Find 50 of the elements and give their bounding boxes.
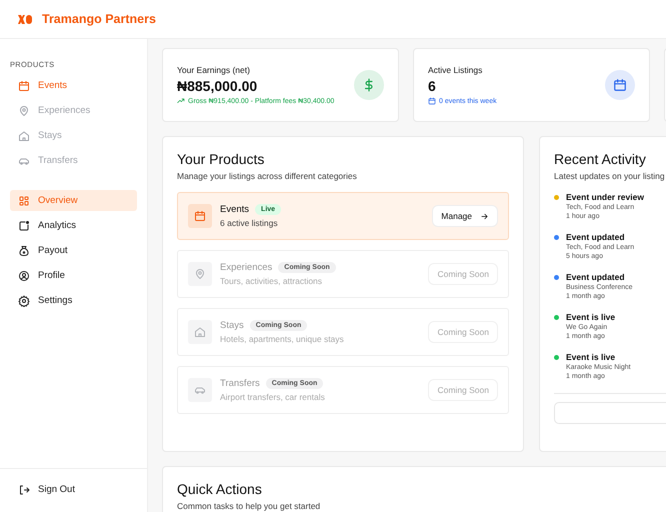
arrow-right-icon bbox=[480, 212, 489, 220]
manage-button[interactable]: Manage bbox=[432, 205, 498, 227]
coming-soon-button: Coming Soon bbox=[428, 321, 498, 343]
calendar-icon bbox=[613, 78, 627, 92]
sidebar-item[interactable]: Payout bbox=[10, 240, 137, 261]
sidebar-item[interactable]: Profile bbox=[10, 265, 137, 286]
sidebar-item[interactable]: Settings bbox=[10, 290, 137, 311]
location-pin-icon bbox=[18, 104, 30, 116]
calendar-icon bbox=[18, 80, 30, 92]
logo-icon bbox=[18, 14, 32, 24]
coming-soon-button: Coming Soon bbox=[428, 379, 498, 401]
section-title: Recent Activity bbox=[554, 151, 647, 167]
stat-value: ₦885,000.00 bbox=[177, 78, 258, 94]
activity-title: Event under review bbox=[566, 192, 644, 202]
house-icon bbox=[194, 326, 206, 338]
product-detail: Airport transfers, car rentals bbox=[220, 392, 326, 402]
product-name: Events bbox=[220, 204, 250, 215]
money-bag-icon bbox=[18, 244, 30, 256]
section-subtitle: Common tasks to help you get started bbox=[177, 501, 322, 511]
calendar-icon bbox=[194, 210, 206, 222]
section-subtitle: Latest updates on your listing bbox=[554, 171, 666, 181]
settings-icon bbox=[18, 294, 30, 306]
product-name: Stays bbox=[220, 320, 244, 331]
square-dot-icon bbox=[18, 220, 30, 232]
product-detail: Tours, activities, attractions bbox=[220, 276, 324, 286]
calendar-icon bbox=[428, 97, 436, 105]
stat-label: Your Earnings (net) bbox=[177, 65, 251, 75]
house-icon bbox=[18, 130, 30, 142]
section-title: Quick Actions bbox=[177, 481, 263, 497]
coming-soon-button: Coming Soon bbox=[428, 263, 498, 285]
section-subtitle: Manage your listings across different categories bbox=[177, 171, 358, 181]
profile-icon bbox=[18, 270, 30, 282]
activity-title: Event updated bbox=[566, 272, 626, 282]
sidebar-item[interactable]: Analytics bbox=[10, 215, 137, 236]
stat-label: Active Listings bbox=[428, 65, 484, 75]
product-detail: 6 active listings bbox=[220, 218, 279, 228]
section-title: Your Products bbox=[177, 151, 266, 167]
trend-up-icon bbox=[177, 97, 185, 105]
product-name: Transfers bbox=[220, 378, 260, 389]
activity-title: Event updated bbox=[566, 232, 626, 242]
location-pin-icon bbox=[194, 268, 206, 280]
activity-title: Event is live bbox=[566, 312, 616, 322]
product-name: Experiences bbox=[220, 262, 272, 273]
sign-out-button[interactable]: Sign Out bbox=[10, 479, 83, 500]
product-detail: Hotels, apartments, unique stays bbox=[220, 334, 345, 344]
grid-icon bbox=[18, 194, 30, 206]
sign-out-icon bbox=[18, 484, 30, 496]
brand-name: Tramango Partners bbox=[42, 12, 156, 26]
stat-value: 6 bbox=[428, 78, 437, 94]
activity-title: Event is live bbox=[566, 352, 616, 362]
